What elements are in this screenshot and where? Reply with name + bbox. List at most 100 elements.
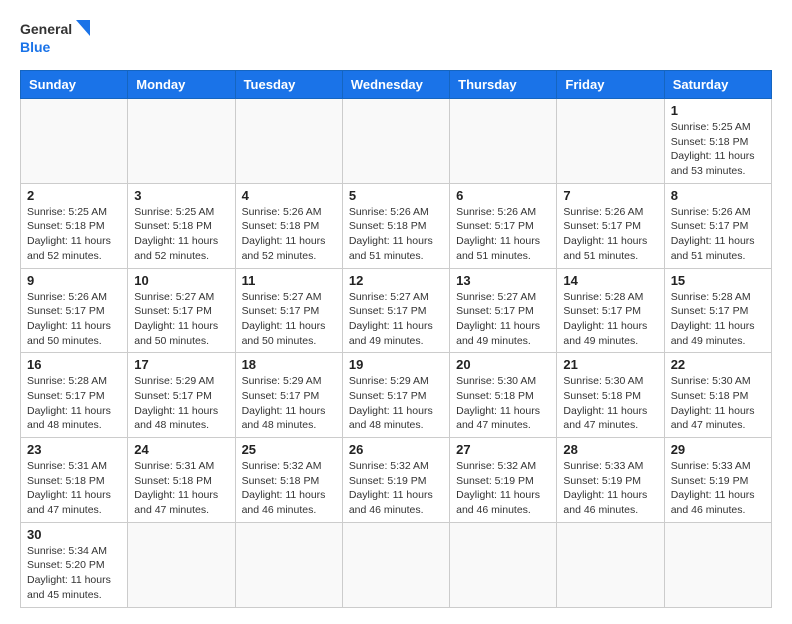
calendar-cell: 20 Sunrise: 5:30 AM Sunset: 5:18 PM Dayli… (450, 353, 557, 438)
day-number: 2 (27, 188, 121, 203)
day-number: 10 (134, 273, 228, 288)
day-number: 3 (134, 188, 228, 203)
calendar-cell (557, 522, 664, 607)
day-info: Sunrise: 5:30 AM Sunset: 5:18 PM Dayligh… (671, 374, 765, 433)
day-info: Sunrise: 5:29 AM Sunset: 5:17 PM Dayligh… (134, 374, 228, 433)
day-number: 24 (134, 442, 228, 457)
day-info: Sunrise: 5:31 AM Sunset: 5:18 PM Dayligh… (134, 459, 228, 518)
day-info: Sunrise: 5:32 AM Sunset: 5:18 PM Dayligh… (242, 459, 336, 518)
weekday-header-friday: Friday (557, 71, 664, 99)
calendar-cell: 19Sunrise: 5:29 AM Sunset: 5:17 PM Dayli… (342, 353, 449, 438)
calendar-week-row: 2 Sunrise: 5:25 AM Sunset: 5:18 PM Daylig… (21, 183, 772, 268)
calendar-week-row: 1Sunrise: 5:25 AM Sunset: 5:18 PM Daylig… (21, 99, 772, 184)
calendar-cell (342, 99, 449, 184)
day-info: Sunrise: 5:25 AM Sunset: 5:18 PM Dayligh… (671, 120, 765, 179)
weekday-header-saturday: Saturday (664, 71, 771, 99)
calendar-cell: 22Sunrise: 5:30 AM Sunset: 5:18 PM Dayli… (664, 353, 771, 438)
calendar-week-row: 9 Sunrise: 5:26 AM Sunset: 5:17 PM Daylig… (21, 268, 772, 353)
day-number: 8 (671, 188, 765, 203)
calendar-cell: 6 Sunrise: 5:26 AM Sunset: 5:17 PM Daylig… (450, 183, 557, 268)
day-number: 18 (242, 357, 336, 372)
day-number: 17 (134, 357, 228, 372)
day-number: 9 (27, 273, 121, 288)
day-info: Sunrise: 5:26 AM Sunset: 5:17 PM Dayligh… (563, 205, 657, 264)
calendar-header-row: SundayMondayTuesdayWednesdayThursdayFrid… (21, 71, 772, 99)
calendar-cell: 15Sunrise: 5:28 AM Sunset: 5:17 PM Dayli… (664, 268, 771, 353)
weekday-header-thursday: Thursday (450, 71, 557, 99)
day-info: Sunrise: 5:27 AM Sunset: 5:17 PM Dayligh… (242, 290, 336, 349)
weekday-header-wednesday: Wednesday (342, 71, 449, 99)
day-info: Sunrise: 5:26 AM Sunset: 5:18 PM Dayligh… (349, 205, 443, 264)
calendar-cell: 7Sunrise: 5:26 AM Sunset: 5:17 PM Daylig… (557, 183, 664, 268)
day-info: Sunrise: 5:25 AM Sunset: 5:18 PM Dayligh… (134, 205, 228, 264)
calendar-cell (235, 99, 342, 184)
weekday-header-sunday: Sunday (21, 71, 128, 99)
day-info: Sunrise: 5:26 AM Sunset: 5:18 PM Dayligh… (242, 205, 336, 264)
day-info: Sunrise: 5:25 AM Sunset: 5:18 PM Dayligh… (27, 205, 121, 264)
calendar-cell: 17 Sunrise: 5:29 AM Sunset: 5:17 PM Dayli… (128, 353, 235, 438)
calendar-cell: 29 Sunrise: 5:33 AM Sunset: 5:19 PM Dayli… (664, 438, 771, 523)
calendar-cell (450, 99, 557, 184)
day-number: 23 (27, 442, 121, 457)
calendar-week-row: 30Sunrise: 5:34 AM Sunset: 5:20 PM Dayli… (21, 522, 772, 607)
calendar-cell (128, 99, 235, 184)
calendar-cell (664, 522, 771, 607)
calendar-cell: 8 Sunrise: 5:26 AM Sunset: 5:17 PM Daylig… (664, 183, 771, 268)
calendar-table: SundayMondayTuesdayWednesdayThursdayFrid… (20, 70, 772, 608)
svg-text:General: General (20, 21, 72, 37)
logo-area: General Blue (20, 16, 100, 60)
day-info: Sunrise: 5:29 AM Sunset: 5:17 PM Dayligh… (349, 374, 443, 433)
day-number: 11 (242, 273, 336, 288)
svg-text:Blue: Blue (20, 39, 51, 55)
calendar-cell (235, 522, 342, 607)
calendar-week-row: 23 Sunrise: 5:31 AM Sunset: 5:18 PM Dayli… (21, 438, 772, 523)
day-info: Sunrise: 5:26 AM Sunset: 5:17 PM Dayligh… (27, 290, 121, 349)
page-header: General Blue (20, 16, 772, 60)
calendar-cell: 3 Sunrise: 5:25 AM Sunset: 5:18 PM Daylig… (128, 183, 235, 268)
day-info: Sunrise: 5:28 AM Sunset: 5:17 PM Dayligh… (27, 374, 121, 433)
day-info: Sunrise: 5:34 AM Sunset: 5:20 PM Dayligh… (27, 544, 121, 603)
day-number: 29 (671, 442, 765, 457)
calendar-cell: 9 Sunrise: 5:26 AM Sunset: 5:17 PM Daylig… (21, 268, 128, 353)
day-number: 20 (456, 357, 550, 372)
day-number: 15 (671, 273, 765, 288)
day-info: Sunrise: 5:30 AM Sunset: 5:18 PM Dayligh… (456, 374, 550, 433)
day-number: 25 (242, 442, 336, 457)
calendar-cell: 25 Sunrise: 5:32 AM Sunset: 5:18 PM Dayli… (235, 438, 342, 523)
calendar-cell: 1Sunrise: 5:25 AM Sunset: 5:18 PM Daylig… (664, 99, 771, 184)
day-info: Sunrise: 5:28 AM Sunset: 5:17 PM Dayligh… (563, 290, 657, 349)
calendar-cell: 23Sunrise: 5:31 AM Sunset: 5:18 PM Dayli… (21, 438, 128, 523)
calendar-cell: 24 Sunrise: 5:31 AM Sunset: 5:18 PM Dayli… (128, 438, 235, 523)
calendar-cell: 13Sunrise: 5:27 AM Sunset: 5:17 PM Dayli… (450, 268, 557, 353)
weekday-header-monday: Monday (128, 71, 235, 99)
day-info: Sunrise: 5:26 AM Sunset: 5:17 PM Dayligh… (671, 205, 765, 264)
day-number: 14 (563, 273, 657, 288)
day-info: Sunrise: 5:32 AM Sunset: 5:19 PM Dayligh… (349, 459, 443, 518)
day-number: 16 (27, 357, 121, 372)
generalblue-logo: General Blue (20, 16, 100, 60)
calendar-cell: 10 Sunrise: 5:27 AM Sunset: 5:17 PM Dayli… (128, 268, 235, 353)
calendar-week-row: 16 Sunrise: 5:28 AM Sunset: 5:17 PM Dayli… (21, 353, 772, 438)
day-number: 13 (456, 273, 550, 288)
calendar-cell (128, 522, 235, 607)
day-number: 21 (563, 357, 657, 372)
day-info: Sunrise: 5:33 AM Sunset: 5:19 PM Dayligh… (563, 459, 657, 518)
calendar-cell: 26 Sunrise: 5:32 AM Sunset: 5:19 PM Dayli… (342, 438, 449, 523)
day-number: 28 (563, 442, 657, 457)
day-number: 12 (349, 273, 443, 288)
calendar-cell (557, 99, 664, 184)
day-info: Sunrise: 5:33 AM Sunset: 5:19 PM Dayligh… (671, 459, 765, 518)
calendar-cell (342, 522, 449, 607)
day-info: Sunrise: 5:27 AM Sunset: 5:17 PM Dayligh… (349, 290, 443, 349)
day-info: Sunrise: 5:27 AM Sunset: 5:17 PM Dayligh… (134, 290, 228, 349)
day-info: Sunrise: 5:26 AM Sunset: 5:17 PM Dayligh… (456, 205, 550, 264)
day-number: 5 (349, 188, 443, 203)
calendar-cell (21, 99, 128, 184)
day-info: Sunrise: 5:29 AM Sunset: 5:17 PM Dayligh… (242, 374, 336, 433)
day-number: 6 (456, 188, 550, 203)
calendar-cell (450, 522, 557, 607)
day-number: 27 (456, 442, 550, 457)
calendar-cell: 21Sunrise: 5:30 AM Sunset: 5:18 PM Dayli… (557, 353, 664, 438)
day-number: 26 (349, 442, 443, 457)
calendar-cell: 16 Sunrise: 5:28 AM Sunset: 5:17 PM Dayli… (21, 353, 128, 438)
